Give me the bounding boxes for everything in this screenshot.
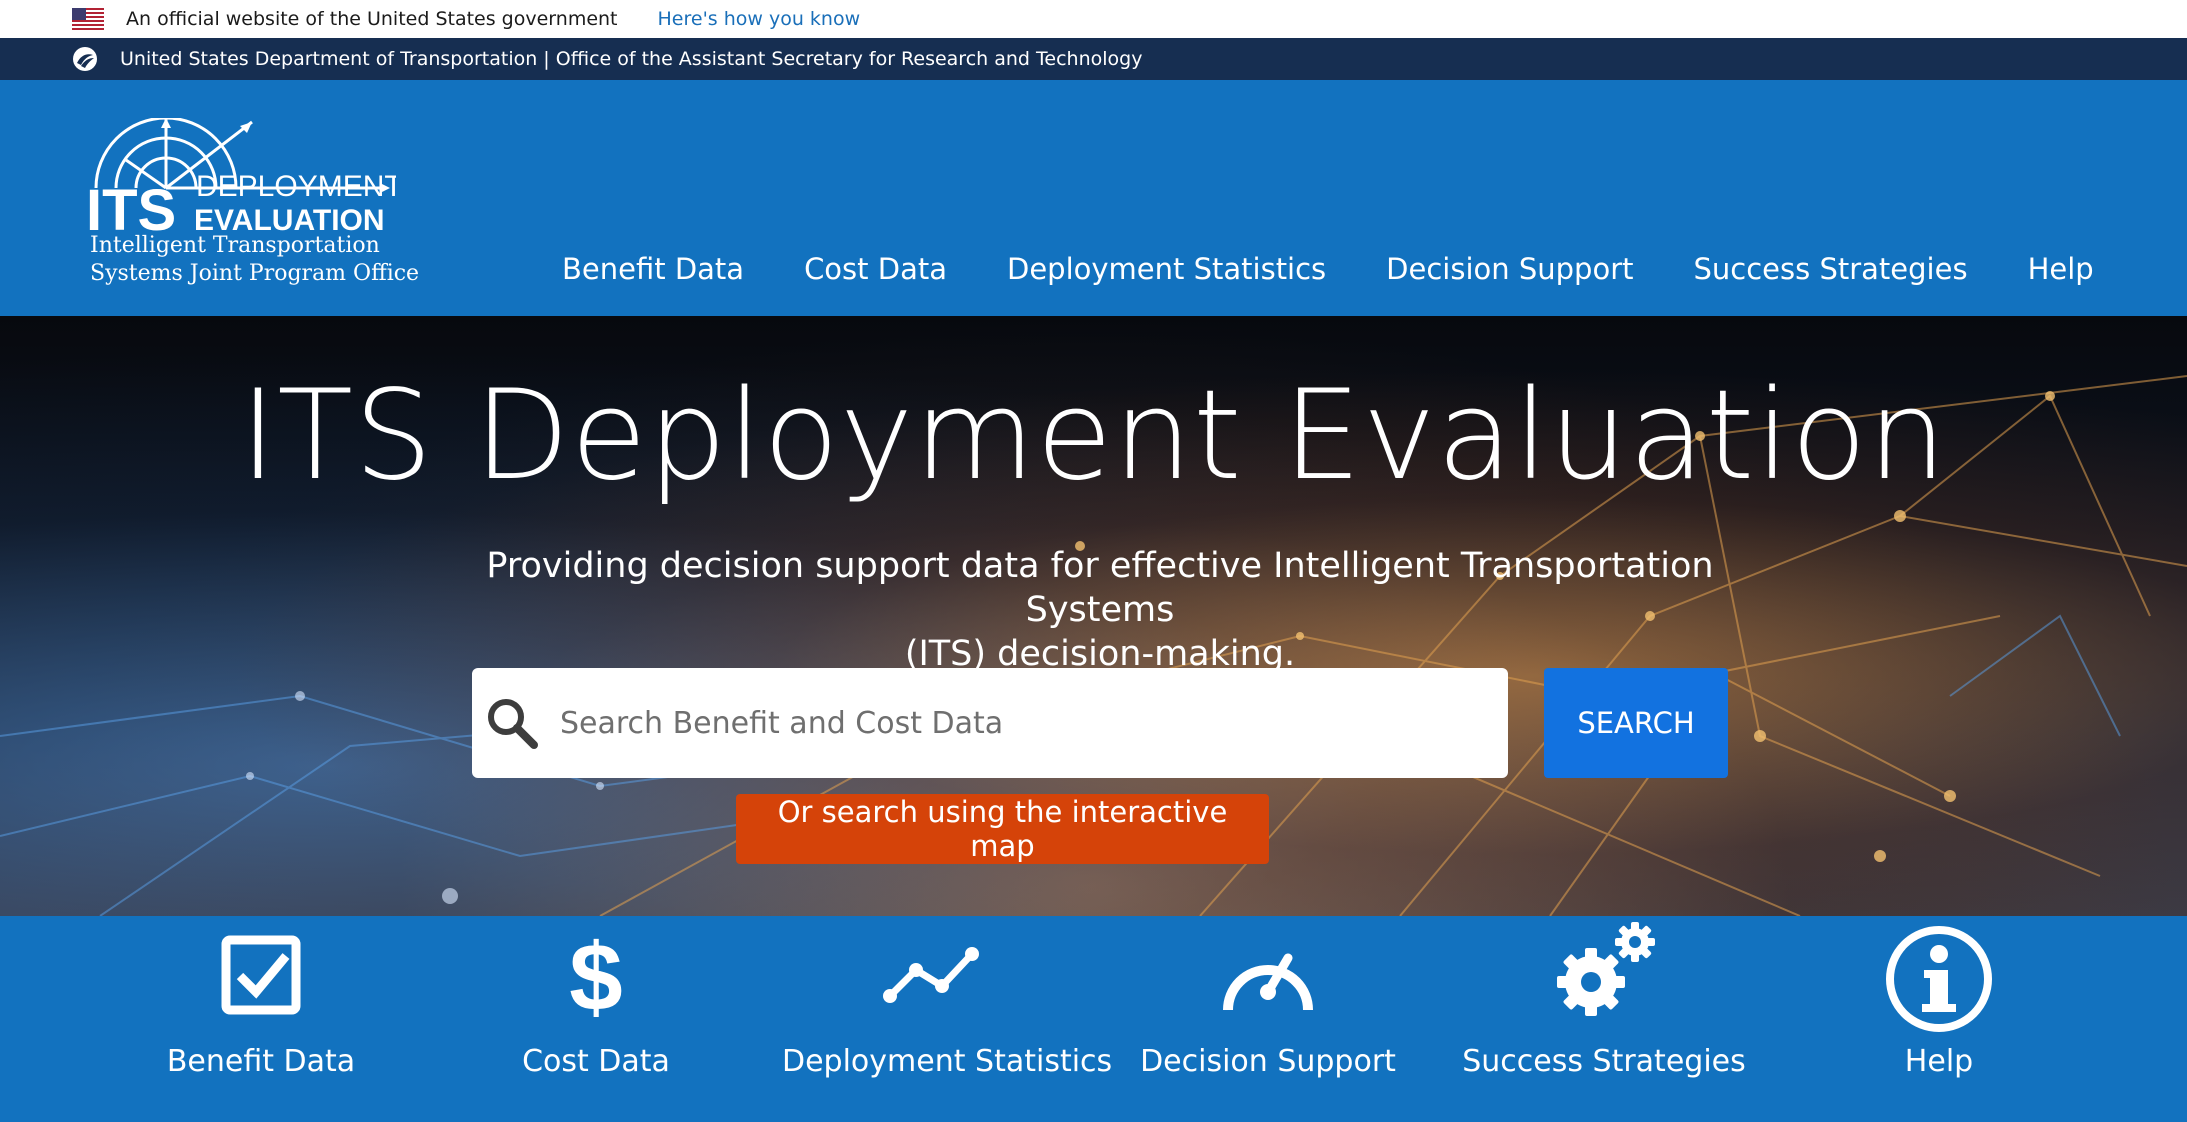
- tile-help[interactable]: Help: [1789, 916, 2089, 1122]
- tile-decision-support-label: Decision Support: [1140, 1044, 1396, 1079]
- site-header: ITS DEPLOYMENT EVALUATION Intelligent Tr…: [0, 80, 2187, 316]
- search-button[interactable]: SEARCH: [1544, 668, 1728, 778]
- gov-banner: An official website of the United States…: [0, 0, 2187, 38]
- nav-help[interactable]: Help: [2028, 252, 2094, 286]
- dollar-icon: $: [569, 930, 622, 1020]
- category-tiles: Benefit Data $ Cost Data Deployment Stat…: [0, 916, 2187, 1122]
- interactive-map-button[interactable]: Or search using the interactive map: [736, 794, 1269, 864]
- tile-benefit-data[interactable]: Benefit Data: [111, 916, 411, 1122]
- logo-deployment-text: DEPLOYMENT: [196, 170, 396, 203]
- nav-benefit-data[interactable]: Benefit Data: [562, 252, 744, 286]
- dot-bar-text: United States Department of Transportati…: [120, 48, 1143, 70]
- nav-decision-support[interactable]: Decision Support: [1386, 252, 1633, 286]
- hero-subtitle-line1: Providing decision support data for effe…: [486, 546, 1714, 630]
- main-nav: Benefit Data Cost Data Deployment Statis…: [562, 252, 2154, 286]
- nav-deployment-statistics[interactable]: Deployment Statistics: [1007, 252, 1326, 286]
- tile-cost-data[interactable]: $ Cost Data: [446, 916, 746, 1122]
- hero-section: ITS Deployment Evaluation Providing deci…: [0, 316, 2187, 916]
- nav-success-strategies[interactable]: Success Strategies: [1694, 252, 1968, 286]
- tile-benefit-data-label: Benefit Data: [166, 1044, 356, 1079]
- hero-title: ITS Deployment Evaluation: [239, 364, 1948, 508]
- tile-cost-data-label: Cost Data: [522, 1044, 670, 1079]
- tile-success-strategies-label: Success Strategies: [1462, 1044, 1746, 1079]
- dot-logo-icon: [73, 47, 97, 71]
- tile-deployment-statistics-label: Deployment Statistics: [782, 1044, 1113, 1079]
- dot-bar: United States Department of Transportati…: [0, 38, 2187, 80]
- tile-success-strategies[interactable]: Success Strategies: [1454, 916, 1754, 1122]
- tile-help-label: Help: [1904, 1044, 1974, 1079]
- hero-subtitle: Providing decision support data for effe…: [440, 544, 1760, 676]
- us-flag-icon: [72, 8, 104, 30]
- gov-banner-text: An official website of the United States…: [126, 8, 618, 30]
- search-box: [472, 668, 1508, 778]
- info-icon: [1886, 926, 1992, 1032]
- gauge-icon: [1223, 953, 1313, 1011]
- tile-deployment-statistics[interactable]: Deployment Statistics: [782, 916, 1113, 1122]
- search-input[interactable]: [558, 704, 1462, 742]
- svg-text:$: $: [569, 930, 622, 1020]
- logo-subtitle-line2: Systems Joint Program Office: [90, 261, 420, 286]
- tile-decision-support[interactable]: Decision Support: [1118, 916, 1418, 1122]
- heres-how-you-know-link[interactable]: Here's how you know: [658, 8, 861, 30]
- search-icon: [488, 699, 538, 749]
- gears-icon: [1557, 922, 1655, 1016]
- checkbox-icon: [221, 935, 301, 1015]
- nav-cost-data[interactable]: Cost Data: [804, 252, 947, 286]
- logo-subtitle-line1: Intelligent Transportation: [90, 233, 380, 258]
- trend-line-icon: [883, 947, 979, 1003]
